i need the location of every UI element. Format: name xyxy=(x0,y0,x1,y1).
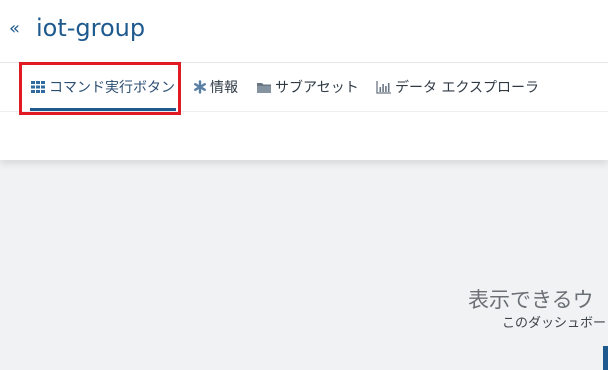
tab-label: データ エクスプローラ xyxy=(395,80,540,96)
empty-state-subtitle: このダッシュボー xyxy=(502,316,607,331)
tab-info[interactable]: 情報 xyxy=(193,63,238,111)
tab-label: コマンド実行ボタン xyxy=(49,80,175,96)
asterisk-icon xyxy=(193,80,207,94)
tab-label: 情報 xyxy=(210,80,238,96)
tab-data-explorer[interactable]: データ エクスプローラ xyxy=(376,63,539,111)
tab-sub-assets[interactable]: サブアセット xyxy=(256,63,359,111)
page-title: iot-group xyxy=(36,14,146,42)
grid-icon xyxy=(30,80,46,94)
title-bar: « iot-group xyxy=(0,0,608,63)
tab-bar: コマンド実行ボタン 情報 サブアセット データ エクスプローラ xyxy=(0,63,608,112)
bar-chart-icon xyxy=(376,80,392,94)
empty-state-title: 表示できるウ xyxy=(468,288,594,312)
action-button-edge[interactable] xyxy=(603,346,608,370)
tab-command-buttons[interactable]: コマンド実行ボタン xyxy=(30,63,175,111)
active-tab-indicator xyxy=(30,108,176,111)
tab-label: サブアセット xyxy=(275,80,359,96)
folder-icon xyxy=(256,81,272,94)
header-panel: « iot-group コマンド実行ボタン 情報 サブアセット データ エクスプ… xyxy=(0,0,608,160)
empty-state: 表示できるウ このダッシュボー xyxy=(468,285,608,333)
collapse-sidebar-button[interactable]: « xyxy=(9,15,25,43)
